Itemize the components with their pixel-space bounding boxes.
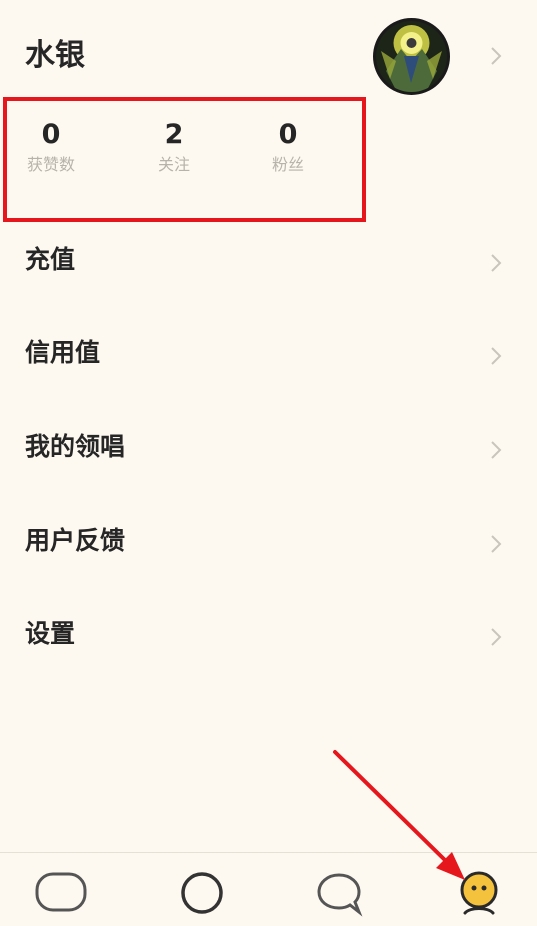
bottom-nav: [0, 852, 537, 926]
avatar[interactable]: [373, 18, 450, 95]
menu-item-label: 设置: [25, 619, 76, 648]
menu-item-my-lead-vocals[interactable]: 我的领唱: [0, 413, 537, 483]
profile-chevron-right-icon[interactable]: [490, 46, 502, 66]
avatar-image: [376, 21, 447, 92]
menu-item-settings[interactable]: 设置: [0, 600, 537, 670]
stat-likes[interactable]: 0 获赞数: [11, 118, 91, 176]
chevron-right-icon: [490, 253, 502, 273]
menu-item-recharge[interactable]: 充值: [0, 226, 537, 296]
menu-item-label: 我的领唱: [25, 432, 126, 461]
stat-followers-value: 0: [278, 119, 298, 150]
chevron-right-icon: [490, 440, 502, 460]
stat-followers[interactable]: 0 粉丝: [248, 118, 328, 176]
menu-item-label: 充值: [25, 245, 76, 274]
stat-following-value: 2: [164, 119, 184, 150]
profile-face-icon[interactable]: [456, 869, 502, 917]
chevron-right-icon: [490, 346, 502, 366]
stat-likes-label: 获赞数: [26, 155, 75, 174]
menu-item-feedback[interactable]: 用户反馈: [0, 507, 537, 577]
username: 水银: [25, 38, 85, 73]
capsule-icon[interactable]: [34, 871, 88, 913]
menu-item-credit[interactable]: 信用值: [0, 319, 537, 389]
circle-icon[interactable]: [179, 871, 225, 915]
chevron-right-icon: [490, 534, 502, 554]
chevron-right-icon: [490, 627, 502, 647]
stat-likes-value: 0: [41, 119, 61, 150]
chat-bubble-icon[interactable]: [315, 871, 363, 917]
stat-followers-label: 粉丝: [271, 155, 304, 174]
stat-following-label: 关注: [157, 155, 190, 174]
menu-item-label: 用户反馈: [25, 526, 126, 555]
stat-following[interactable]: 2 关注: [134, 118, 214, 176]
menu-item-label: 信用值: [25, 338, 101, 367]
